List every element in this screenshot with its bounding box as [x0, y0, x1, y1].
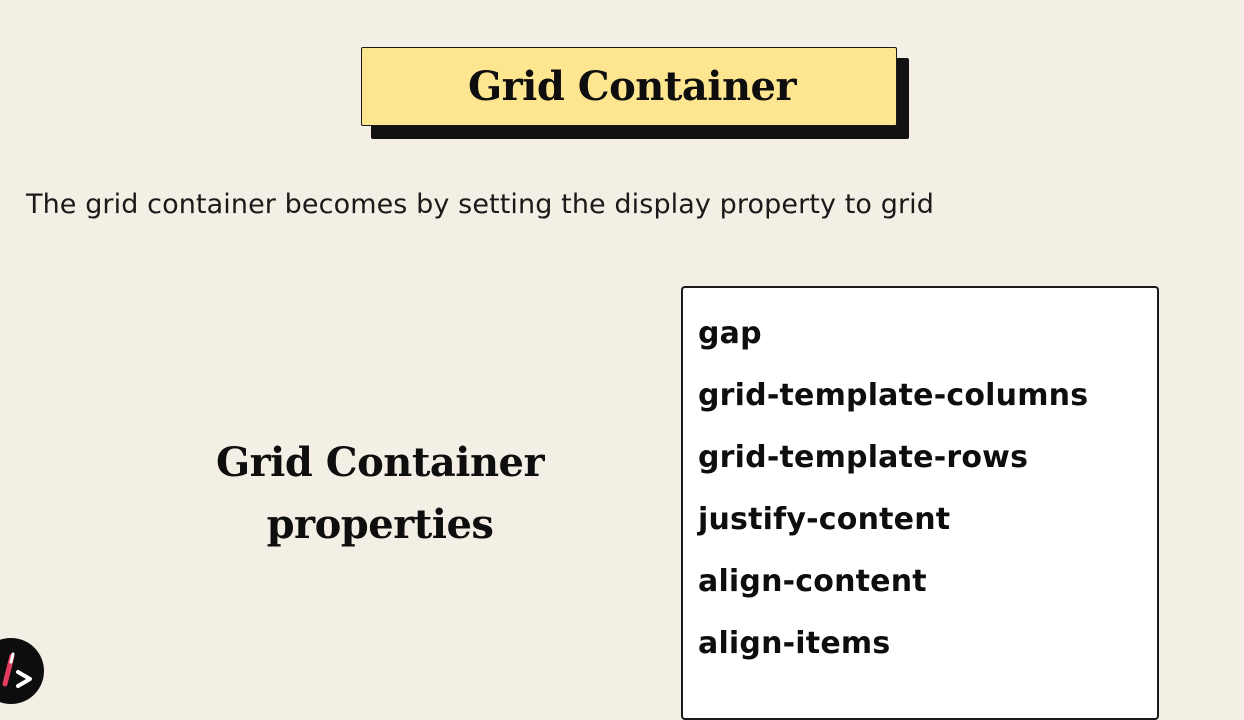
property-item: align-items: [698, 626, 891, 661]
properties-list: gap grid-template-columns grid-template-…: [698, 314, 1088, 686]
title-box: Grid Container: [361, 47, 897, 126]
left-heading-line2: properties: [266, 501, 494, 548]
brush-chevron-logo-icon: [0, 638, 44, 704]
slide-subtitle: The grid container becomes by setting th…: [26, 189, 935, 220]
properties-box: gap grid-template-columns grid-template-…: [681, 286, 1159, 720]
property-item: grid-template-rows: [698, 440, 1029, 475]
left-heading: Grid Container properties: [190, 432, 570, 556]
property-item: gap: [698, 316, 762, 351]
property-item: justify-content: [698, 502, 951, 537]
property-item: grid-template-columns: [698, 378, 1089, 413]
property-item: align-content: [698, 564, 927, 599]
slide-title: Grid Container: [467, 63, 797, 110]
left-heading-line1: Grid Container: [215, 439, 545, 486]
